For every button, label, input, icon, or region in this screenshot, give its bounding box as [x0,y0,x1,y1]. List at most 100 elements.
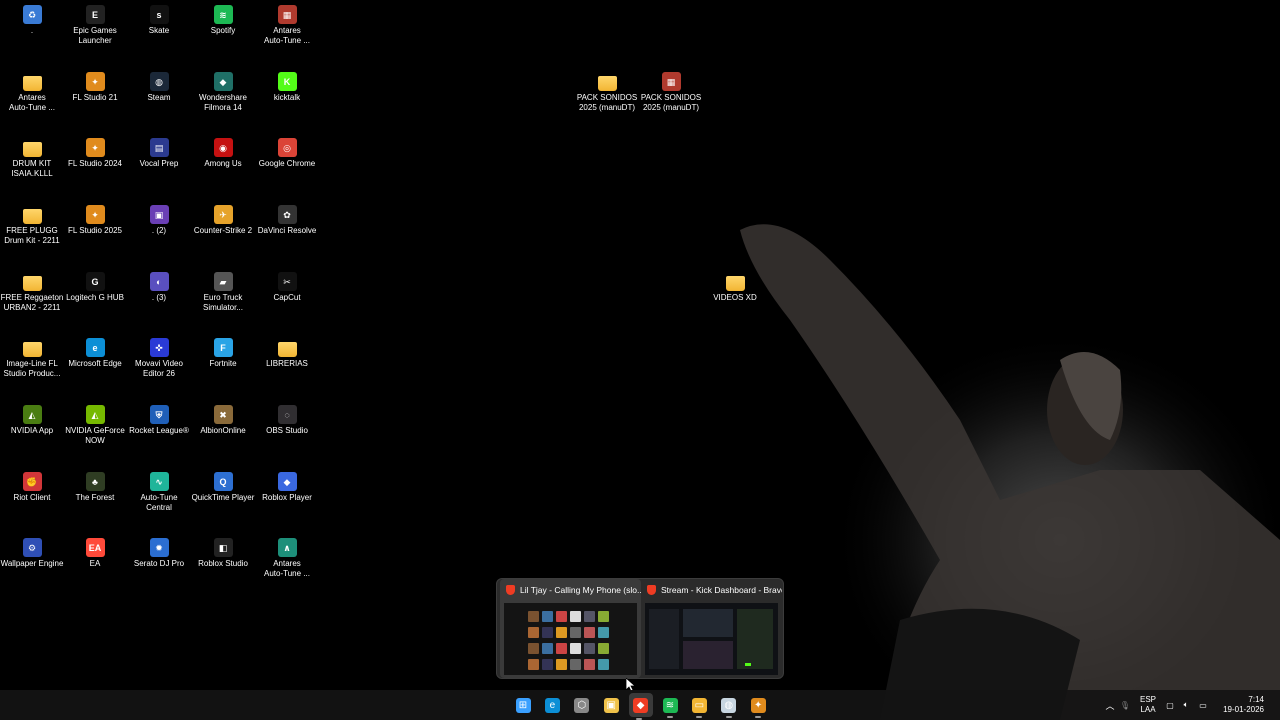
desktop-icon[interactable]: ✹ Serato DJ Pro [127,538,191,569]
thumbnail-tile [542,643,553,654]
desktop-icon-label: Wondershare Filmora 14 [199,93,247,112]
app-icon: ▰ [213,272,233,291]
taskbar-edge-button[interactable]: e [542,695,562,715]
app-icon: ✦ [85,72,105,91]
taskbar-steam-button[interactable]: ◍ [719,695,739,718]
desktop-icon[interactable]: ♣ The Forest [63,472,127,503]
network-icon[interactable]: ▢ [1162,701,1178,710]
folder-icon [277,342,297,357]
folder-icon [597,76,617,91]
desktop-icon[interactable]: EA EA [63,538,127,569]
desktop-icon-label: NVIDIA App [10,426,54,435]
desktop-icon[interactable]: ✦ FL Studio 2025 [63,205,127,236]
desktop-icon[interactable]: FREE PLUGG Drum Kit - 2211 [0,205,64,246]
desktop-icon[interactable]: ◧ Roblox Studio [191,538,255,569]
desktop-icon[interactable]: ◌ OBS Studio [255,405,319,436]
desktop-icon-label: QuickTime Player [191,493,255,502]
taskbar-explorer-button[interactable]: ▭ [689,695,709,718]
desktop-icon[interactable]: ♻. [0,5,64,36]
desktop-icon[interactable]: ∿ Auto-Tune Central [127,472,191,513]
desktop-icon[interactable]: ✈ Counter-Strike 2 [191,205,255,236]
desktop-icon[interactable]: ◭ NVIDIA GeForce NOW [63,405,127,446]
taskbar-brave-button[interactable]: ◆ [628,693,653,720]
chevron-up-icon[interactable]: ︿ [1104,699,1116,712]
desktop-icon[interactable]: F Fortnite [191,338,255,369]
language-indicator[interactable]: ESP LAA [1134,695,1162,715]
taskbar-spotify-button[interactable]: ≋ [660,695,680,718]
desktop-icon[interactable]: ✦ FL Studio 2024 [63,138,127,169]
thumbnail-tile [598,611,609,622]
desktop-icon-label: The Forest [75,493,115,502]
app-icon: ♣ [85,472,105,491]
desktop-icon[interactable]: ◐ . (3) [127,272,191,303]
thumbnail-tile [556,643,567,654]
desktop-icon[interactable]: ≋ Spotify [191,5,255,36]
app-icon: ▤ [149,138,169,157]
app-icon: ◆ [213,72,233,91]
desktop-icon[interactable]: ▣ . (2) [127,205,191,236]
desktop-icon[interactable]: ◆ Roblox Player [255,472,319,503]
app-icon: ◧ [213,538,233,557]
desktop-icon-label: DRUM KIT ISAIA.KLLL [11,159,53,178]
app-icon: ✦ [85,205,105,224]
desktop-icon-label: Microsoft Edge [68,359,122,368]
desktop-icon[interactable]: Antares Auto-Tune ... [0,72,64,113]
desktop-icon[interactable]: ▦ Antares Auto-Tune ... [255,5,319,46]
desktop-icon[interactable]: VIDEOS XD [703,272,767,303]
battery-icon[interactable]: ▭ [1194,701,1212,710]
store-icon: ▣ [603,697,619,713]
desktop-icon[interactable]: G Logitech G HUB [63,272,127,303]
desktop-icon[interactable]: ✦ FL Studio 21 [63,72,127,103]
desktop-icon[interactable]: ◆ Wondershare Filmora 14 [191,72,255,113]
desktop-icon-label: Spotify [210,26,236,35]
desktop-icon[interactable]: Image-Line FL Studio Produc... [0,338,64,379]
thumbnail-title: Stream - Kick Dashboard - Brave [661,585,782,595]
desktop-icon[interactable]: Q QuickTime Player [191,472,255,503]
desktop-icon[interactable]: ▰ Euro Truck Simulator... [191,272,255,313]
desktop-icon[interactable]: e Microsoft Edge [63,338,127,369]
desktop-icon[interactable]: ◉ Among Us [191,138,255,169]
desktop-icon[interactable]: ✿ DaVinci Resolve [255,205,319,236]
desktop-icon[interactable]: Kkicktalk [255,72,319,103]
desktop-icon[interactable]: ⚙ Wallpaper Engine [0,538,64,569]
desktop-icon[interactable]: DRUM KIT ISAIA.KLLL [0,138,64,179]
desktop-icon[interactable]: ✂ CapCut [255,272,319,303]
desktop-icon-label: Counter-Strike 2 [193,226,253,235]
desktop-icon-label: PACK SONIDOS 2025 (manuDT) [640,93,702,112]
desktop-icon[interactable]: LIBRERIAS [255,338,319,369]
desktop-icon[interactable]: E Epic Games Launcher [63,5,127,46]
desktop-icon[interactable]: ✜ Movavi Video Editor 26 [127,338,191,379]
volume-icon[interactable]: 🔈︎ [1178,700,1194,710]
desktop-icon[interactable]: s Skate [127,5,191,36]
desktop-icon[interactable]: PACK SONIDOS 2025 (manuDT) [575,72,639,113]
desktop-icon[interactable]: ✊ Riot Client [0,472,64,503]
desktop-icon-label: Skate [148,26,170,35]
running-indicator [725,716,732,718]
desktop-icon[interactable]: ∧ Antares Auto-Tune ... [255,538,319,579]
taskbar-store-button[interactable]: ▣ [601,695,621,715]
desktop-icon[interactable]: ▤ Vocal Prep [127,138,191,169]
desktop-icon-label: Epic Games Launcher [73,26,117,45]
thumbnail-window-1[interactable]: Lil Tjay - Calling My Phone (slo... [500,579,641,678]
thumbnail-window-2[interactable]: Stream - Kick Dashboard - Brave [641,579,782,678]
microphone-icon[interactable]: 🎙︎ [1116,701,1134,710]
desktop-icon[interactable]: ▦ PACK SONIDOS 2025 (manuDT) [639,72,703,113]
app-icon: ◎ [277,138,297,157]
desktop-icon[interactable]: ⛨ Rocket League® [127,405,191,436]
desktop-icon-label: VIDEOS XD [713,293,757,302]
desktop-icon[interactable]: ✖ AlbionOnline [191,405,255,436]
desktop-icon[interactable]: ◎ Google Chrome [255,138,319,169]
desktop-icon[interactable]: ◍ Steam [127,72,191,103]
desktop-icon[interactable]: FREE Reggaeton URBAN2 - 2211 [0,272,64,313]
taskbar-settings-button[interactable]: ⬡ [572,695,592,715]
steam-icon: ◍ [721,697,737,713]
desktop-icon-label: LIBRERIAS [266,359,308,368]
desktop-icon[interactable]: ◭ NVIDIA App [0,405,64,436]
thumbnail-tile [598,659,609,670]
clock[interactable]: 7:14 19-01-2026 [1212,695,1264,715]
app-icon: ▣ [149,205,169,224]
taskbar-fl-studio-button[interactable]: ✦ [748,695,768,718]
taskbar-start-button[interactable]: ⊞ [513,695,533,715]
thumbnail-tile [570,643,581,654]
thumbnail-tile [570,611,581,622]
